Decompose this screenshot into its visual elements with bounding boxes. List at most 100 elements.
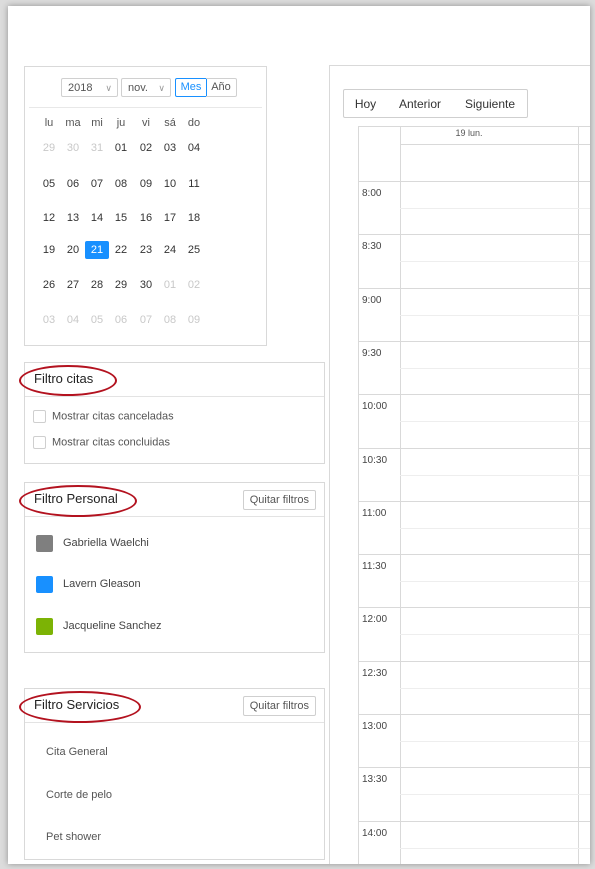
calendar-day[interactable]: 05	[85, 311, 109, 329]
app-window: 2018 ∨ nov. ∨ Mes Año lu ma mi ju vi sá do 29 30…	[8, 6, 590, 864]
calendar-day[interactable]: 27	[61, 276, 85, 294]
calendar-day[interactable]: 30	[61, 139, 85, 157]
calendar-day[interactable]: 28	[85, 276, 109, 294]
time-label: 13:30	[362, 774, 388, 785]
chevron-down-icon: ∨	[158, 83, 165, 93]
month-select[interactable]: nov. ∨	[121, 78, 171, 97]
calendar-day[interactable]: 09	[182, 311, 206, 329]
calendar-day[interactable]: 04	[61, 311, 85, 329]
calendar-day[interactable]: 30	[134, 276, 158, 294]
time-slot[interactable]	[401, 822, 578, 864]
calendar-day[interactable]: 08	[109, 175, 133, 193]
calendar-day[interactable]: 16	[134, 209, 158, 227]
service-item-corte-de-pelo[interactable]: Corte de pelo	[46, 789, 112, 801]
time-slot[interactable]	[401, 555, 578, 607]
next-button[interactable]: Siguiente	[453, 89, 528, 118]
time-label: 8:30	[362, 241, 382, 252]
calendar-day[interactable]: 09	[134, 175, 158, 193]
calendar-day[interactable]: 01	[158, 276, 182, 294]
calendar-day[interactable]: 29	[109, 276, 133, 294]
calendar-day[interactable]: 15	[109, 209, 133, 227]
time-slot[interactable]	[401, 662, 578, 714]
calendar-day[interactable]: 25	[182, 241, 206, 259]
time-slot[interactable]	[401, 715, 578, 767]
calendar-day[interactable]: 17	[158, 209, 182, 227]
time-slot[interactable]	[401, 502, 578, 554]
staff-item-jacqueline-sanchez[interactable]: Jacqueline Sanchez	[36, 618, 161, 635]
service-item-cita-general[interactable]: Cita General	[46, 746, 108, 758]
calendar-day[interactable]: 22	[109, 241, 133, 259]
checkbox-mostrar-canceladas[interactable]: Mostrar citas canceladas	[33, 410, 174, 423]
calendar-day[interactable]: 03	[158, 139, 182, 157]
calendar-day[interactable]: 02	[182, 276, 206, 294]
mini-calendar: 2018 ∨ nov. ∨ Mes Año lu ma mi ju vi sá do 29 30…	[24, 66, 267, 346]
calendar-day[interactable]: 03	[37, 311, 61, 329]
calendar-day[interactable]: 07	[134, 311, 158, 329]
calendar-day[interactable]: 06	[61, 175, 85, 193]
checkbox-label: Mostrar citas canceladas	[52, 410, 174, 423]
time-slot[interactable]	[401, 449, 578, 501]
calendar-day[interactable]: 13	[61, 209, 85, 227]
calendar-day[interactable]: 06	[109, 311, 133, 329]
time-slot[interactable]	[401, 342, 578, 394]
previous-button[interactable]: Anterior	[387, 89, 454, 118]
calendar-day[interactable]: 19	[37, 241, 61, 259]
calendar-day[interactable]: 02	[134, 139, 158, 157]
calendar-day[interactable]: 20	[61, 241, 85, 259]
checkbox-box[interactable]	[33, 410, 46, 423]
quitar-filtros-personal-button[interactable]: Quitar filtros	[242, 490, 316, 510]
year-select[interactable]: 2018 ∨	[61, 78, 118, 97]
highlight-ellipse	[19, 485, 137, 517]
calendar-divider	[29, 107, 262, 108]
calendar-day[interactable]: 01	[109, 139, 133, 157]
time-slot[interactable]	[401, 289, 578, 341]
column-divider	[578, 127, 579, 864]
calendar-day[interactable]: 04	[182, 139, 206, 157]
service-item-pet-shower[interactable]: Pet shower	[46, 831, 101, 843]
calendar-day[interactable]: 08	[158, 311, 182, 329]
time-label: 11:30	[362, 561, 387, 572]
time-slot[interactable]	[401, 395, 578, 447]
weekday-label: do	[187, 117, 201, 129]
checkbox-box[interactable]	[33, 436, 46, 449]
time-slot[interactable]	[401, 235, 578, 287]
calendar-day[interactable]: 26	[37, 276, 61, 294]
calendar-day[interactable]: 07	[85, 175, 109, 193]
checkbox-mostrar-concluidas[interactable]: Mostrar citas concluidas	[33, 436, 170, 449]
calendar-day[interactable]: 11	[182, 175, 206, 193]
calendar-day[interactable]: 10	[158, 175, 182, 193]
calendar-day[interactable]: 12	[37, 209, 61, 227]
staff-name: Jacqueline Sanchez	[63, 620, 162, 632]
calendar-day-selected[interactable]: 21	[85, 241, 109, 259]
year-select-value: 2018	[68, 82, 93, 94]
calendar-day[interactable]: 14	[85, 209, 109, 227]
staff-item-lavern-gleason[interactable]: Lavern Gleason	[36, 576, 141, 593]
calendar-day[interactable]: 18	[182, 209, 206, 227]
staff-name: Gabriella Waelchi	[63, 537, 149, 549]
view-year-button[interactable]: Año	[206, 78, 237, 97]
quitar-filtros-servicios-button[interactable]: Quitar filtros	[242, 696, 316, 716]
calendar-day[interactable]: 23	[134, 241, 158, 259]
time-slot[interactable]	[401, 182, 578, 234]
calendar-day[interactable]: 29	[37, 139, 61, 157]
filtro-personal-panel: Filtro Personal Quitar filtros Gabriella…	[19, 482, 325, 653]
highlight-ellipse	[19, 365, 117, 396]
time-label: 8:00	[362, 188, 382, 199]
highlight-ellipse	[19, 691, 141, 723]
time-label: 11:00	[362, 508, 387, 519]
staff-item-gabriella-waelchi[interactable]: Gabriella Waelchi	[36, 535, 149, 552]
time-slot[interactable]	[401, 768, 578, 820]
time-label: 10:00	[362, 401, 388, 412]
calendar-day[interactable]: 31	[85, 139, 109, 157]
time-slot[interactable]	[401, 608, 578, 660]
view-month-button[interactable]: Mes	[175, 78, 207, 97]
weekday-label: vi	[142, 117, 150, 129]
calendar-day[interactable]: 05	[37, 175, 61, 193]
weekday-label: mi	[91, 117, 103, 129]
calendar-day[interactable]: 24	[158, 241, 182, 259]
today-button[interactable]: Hoy	[343, 89, 388, 118]
time-label: 9:30	[362, 348, 382, 359]
weekday-label: lu	[44, 117, 54, 129]
day-column-header: 19 lun.	[455, 128, 483, 138]
color-swatch	[36, 618, 53, 635]
